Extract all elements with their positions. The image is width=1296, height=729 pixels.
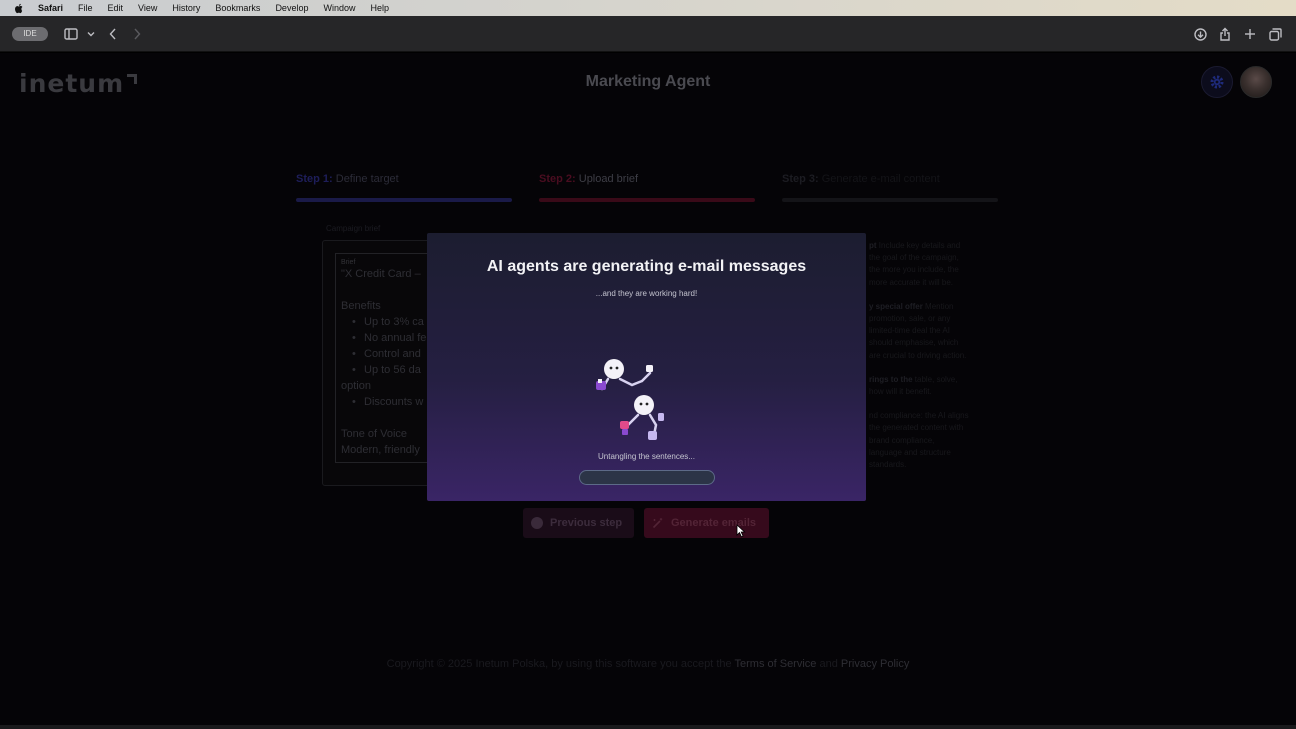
- tip-text: nd compliance: the AI aligns the generat…: [869, 411, 969, 470]
- menu-develop[interactable]: Develop: [275, 3, 308, 13]
- brief-card: Brief "X Credit Card –BenefitsUp to 3% c…: [322, 240, 455, 486]
- tip-item: y special offer Mention promotion, sale,…: [869, 301, 969, 362]
- browser-toolbar: IDE: [0, 16, 1296, 52]
- new-tab-icon[interactable]: [1241, 25, 1259, 43]
- step-1[interactable]: Step 1: Define target: [296, 173, 512, 202]
- web-page: inetum Marketing Agent Step 1: Define ta…: [0, 53, 1296, 725]
- menu-edit[interactable]: Edit: [108, 3, 124, 13]
- modal-title: AI agents are generating e-mail messages: [486, 258, 807, 275]
- step-3-number: Step 3:: [782, 173, 819, 185]
- tip-heading: rings to the: [869, 374, 913, 384]
- step-1-label: Define target: [335, 173, 399, 185]
- step-indicator: Step 1: Define target Step 2: Upload bri…: [296, 173, 998, 203]
- step-2-progress-bar: [539, 198, 755, 202]
- tip-item: rings to the table, solve, how will it b…: [869, 374, 969, 398]
- gear-icon: [1210, 75, 1224, 89]
- generating-modal: AI agents are generating e-mail messages…: [427, 233, 866, 501]
- tip-text: Include key details and the goal of the …: [869, 241, 961, 287]
- step-3-progress-bar: [782, 198, 998, 202]
- menu-help[interactable]: Help: [370, 3, 389, 13]
- generation-progress-bar: [579, 470, 715, 485]
- user-avatar[interactable]: [1240, 66, 1272, 98]
- magic-wand-icon: [652, 518, 663, 529]
- modal-status-text: Untangling the sentences...: [598, 452, 695, 461]
- generate-emails-button[interactable]: Generate emails: [644, 508, 769, 538]
- menu-view[interactable]: View: [138, 3, 157, 13]
- step-2[interactable]: Step 2: Upload brief: [539, 173, 755, 202]
- settings-button[interactable]: [1201, 66, 1233, 98]
- tip-item: pt Include key details and the goal of t…: [869, 240, 969, 289]
- forward-icon[interactable]: [128, 25, 146, 43]
- form-caption: Campaign brief: [326, 224, 381, 233]
- tip-heading: pt: [869, 241, 877, 250]
- macos-menubar: Safari File Edit View History Bookmarks …: [0, 0, 1296, 16]
- menu-history[interactable]: History: [172, 3, 200, 13]
- arrow-left-circle-icon: [531, 517, 543, 529]
- menu-app-safari[interactable]: Safari: [38, 3, 63, 13]
- robots-illustration-icon: [596, 359, 664, 440]
- privacy-link[interactable]: Privacy Policy: [841, 658, 909, 670]
- previous-step-button[interactable]: Previous step: [523, 508, 634, 538]
- footer: Copyright © 2025 Inetum Polska, by using…: [0, 658, 1296, 670]
- menu-bookmarks[interactable]: Bookmarks: [215, 3, 260, 13]
- mouse-cursor-icon: [736, 524, 746, 538]
- step-1-number: Step 1:: [296, 173, 333, 185]
- back-icon[interactable]: [104, 25, 122, 43]
- page-title: Marketing Agent: [585, 73, 711, 90]
- chevron-down-icon[interactable]: [82, 25, 100, 43]
- step-1-progress-bar: [296, 198, 512, 202]
- sidebar-toggle-icon[interactable]: [62, 25, 80, 43]
- menu-file[interactable]: File: [78, 3, 93, 13]
- step-2-label: Upload brief: [578, 173, 639, 185]
- tip-item: nd compliance: the AI aligns the generat…: [869, 410, 969, 471]
- profile-pill[interactable]: IDE: [12, 27, 48, 41]
- step-3-label: Generate e-mail content: [821, 173, 940, 185]
- step-3[interactable]: Step 3: Generate e-mail content: [782, 173, 998, 202]
- menu-window[interactable]: Window: [323, 3, 355, 13]
- terms-link[interactable]: Terms of Service: [735, 658, 817, 670]
- tip-heading: y special offer: [869, 301, 923, 311]
- previous-step-label: Previous step: [550, 517, 623, 529]
- downloads-icon[interactable]: [1191, 25, 1209, 43]
- footer-copyright: Copyright © 2025 Inetum Polska, by using…: [386, 658, 735, 670]
- tips-panel: pt Include key details and the goal of t…: [869, 240, 969, 483]
- footer-and: and: [816, 658, 841, 670]
- share-icon[interactable]: [1216, 25, 1234, 43]
- modal-subtitle: ...and they are working hard!: [595, 289, 698, 298]
- apple-icon[interactable]: [14, 3, 24, 14]
- step-2-number: Step 2:: [539, 173, 576, 185]
- tab-overview-icon[interactable]: [1266, 25, 1284, 43]
- window-bottom-edge: [0, 725, 1296, 729]
